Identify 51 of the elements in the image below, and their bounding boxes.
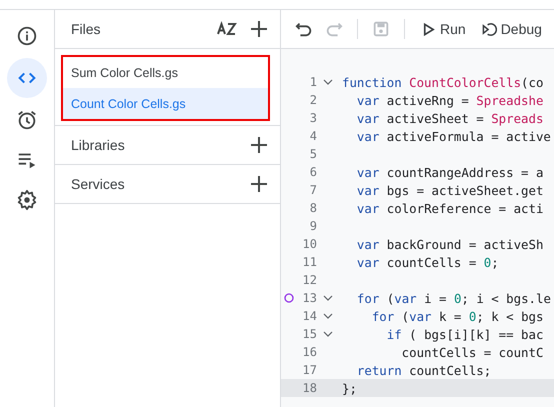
line-number: 2 (308, 93, 317, 107)
play-icon (421, 22, 436, 36)
line-number: 18 (302, 381, 317, 395)
line-number: 17 (302, 363, 317, 377)
line-number: 8 (308, 201, 317, 215)
chevron-icon[interactable] (323, 312, 333, 320)
file-item[interactable]: Sum Color Cells.gs (63, 57, 268, 88)
section-title: Services (71, 176, 126, 192)
add-icon[interactable] (248, 134, 270, 156)
line-number: 16 (302, 345, 317, 359)
debug-icon (482, 22, 497, 36)
line-number: 15 (302, 327, 317, 341)
chevron-icon[interactable] (323, 78, 333, 86)
code-line: var bgs = activeSheet.get (356, 182, 544, 198)
code-line: for (var i = 0; i < bgs.le (356, 290, 551, 306)
code-line: var countCells = 0; (356, 254, 499, 270)
code-line: for (var k = 0; k < bgs (370, 308, 544, 324)
file-item[interactable]: Count Color Cells.gs (63, 88, 268, 119)
line-number: 1 (308, 75, 317, 89)
line-number: 13 (302, 291, 317, 305)
code-line: }; (342, 380, 357, 396)
code-line: var activeFormula = active (356, 128, 551, 144)
code-icon[interactable] (7, 58, 47, 98)
code-line: var countRangeAddress = a (356, 164, 544, 180)
code-line: var backGround = activeSh (356, 236, 544, 252)
code-line: return countCells; (356, 362, 492, 378)
code-line: var activeSheet = Spreads (356, 110, 544, 126)
line-number: 14 (302, 309, 317, 323)
line-number: 5 (308, 147, 317, 161)
line-number: 3 (308, 111, 317, 125)
section-title: Files (71, 21, 102, 37)
section-title: Libraries (71, 137, 126, 153)
line-number: 6 (308, 165, 317, 179)
code-line: function CountColorCells(co (342, 74, 544, 90)
breakpoint-icon[interactable] (284, 293, 294, 303)
add-icon[interactable] (248, 18, 270, 40)
add-icon[interactable] (248, 173, 270, 195)
chevron-icon[interactable] (323, 294, 333, 302)
line-number: 10 (302, 237, 317, 251)
chevron-icon[interactable] (323, 330, 333, 338)
run-button[interactable]: Run (417, 21, 470, 37)
line-number: 9 (308, 219, 317, 233)
code-line: if ( bgs[i][k] == bac (386, 326, 544, 342)
line-number: 7 (308, 183, 317, 197)
debug-button[interactable]: Debug (478, 21, 546, 37)
code-line: countCells = countC (400, 344, 544, 360)
line-number: 12 (302, 273, 317, 287)
code-line: var colorReference = acti (356, 200, 544, 216)
line-number: 4 (308, 129, 317, 143)
line-number: 11 (302, 255, 317, 269)
code-line: var activeRng = Spreadshe (356, 92, 544, 108)
